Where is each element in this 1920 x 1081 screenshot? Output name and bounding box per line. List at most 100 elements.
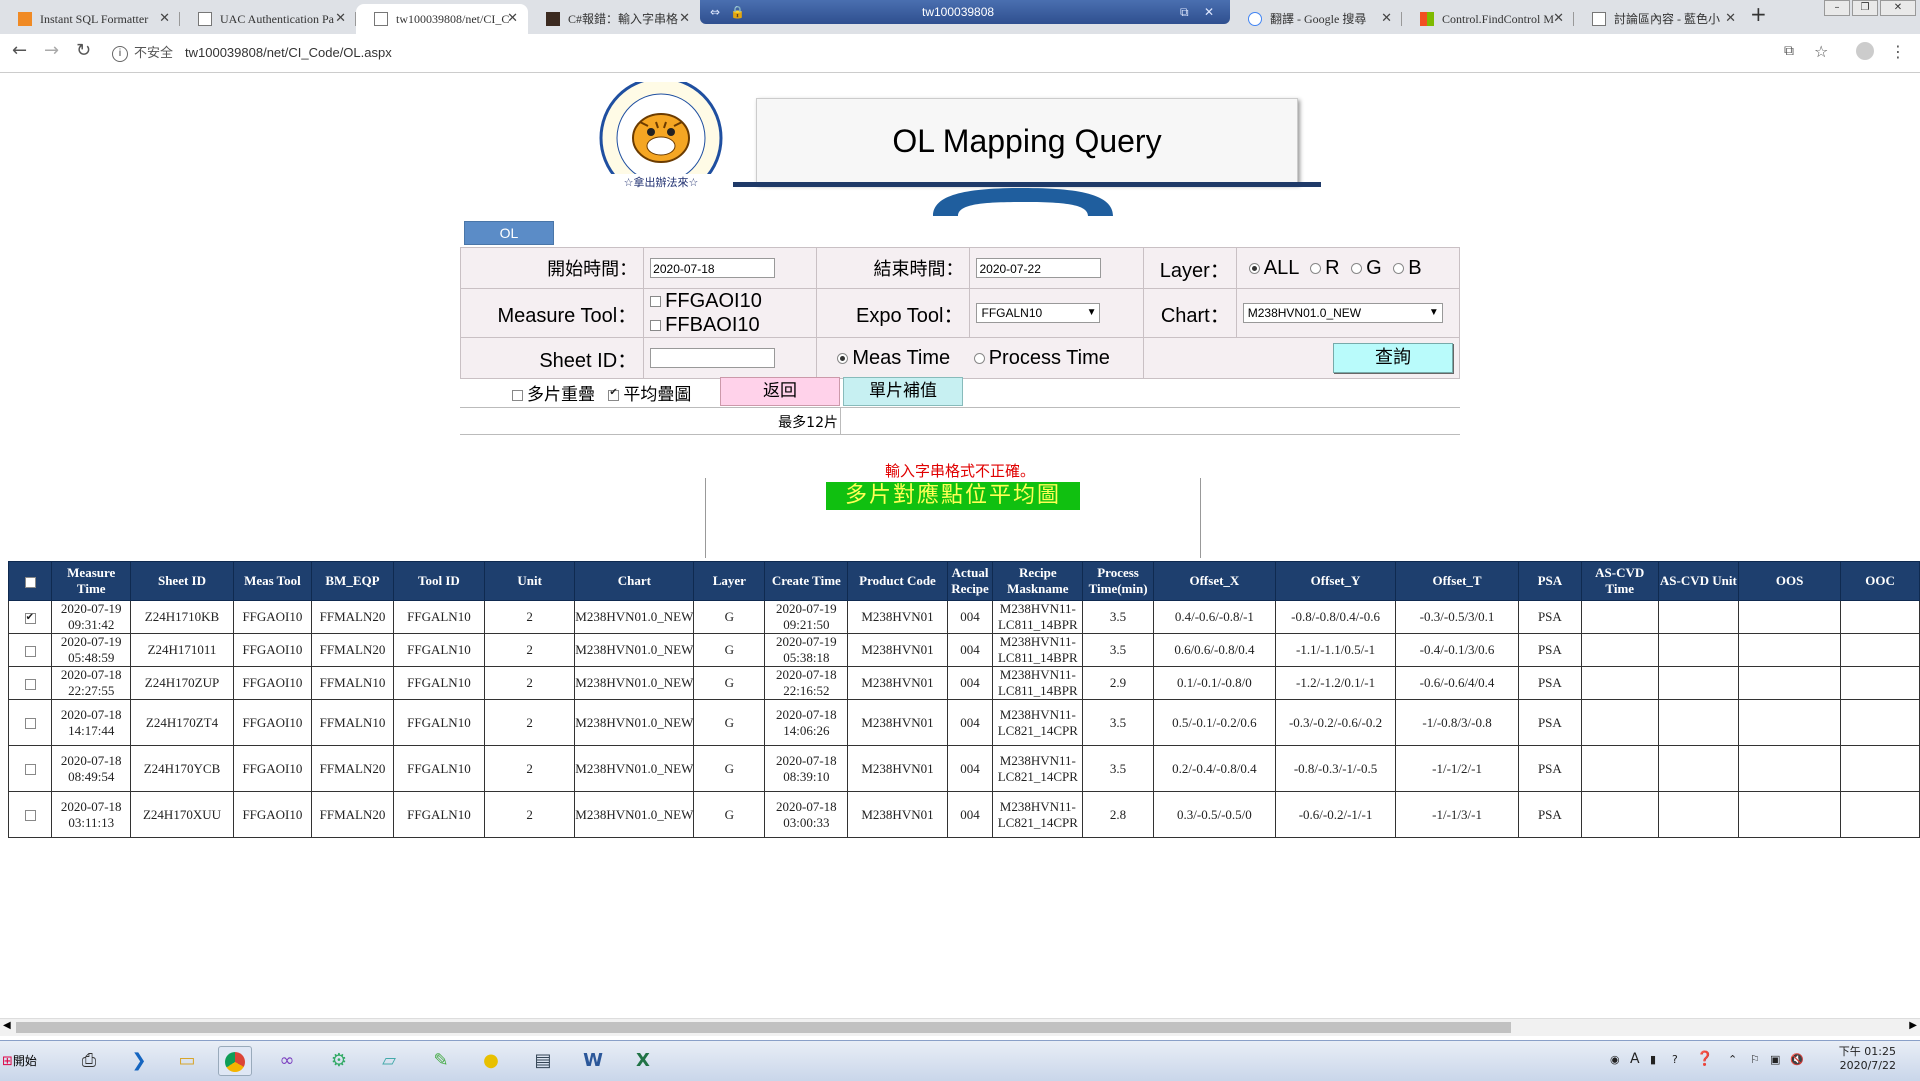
overlap-checkbox[interactable] [512,389,523,401]
tray-icon[interactable]: ◉ [1610,1053,1620,1066]
tab-title: 翻譯 - Google 搜尋 [1270,12,1367,26]
measure-tool-checkbox[interactable] [650,320,662,332]
excel-icon[interactable]: X [626,1046,660,1076]
tray-icon[interactable]: ▮ [1650,1053,1656,1066]
chrome-icon[interactable] [218,1046,252,1076]
notepad-icon[interactable]: ▱ [372,1046,406,1076]
dropdown-arrow-icon: ▼ [1086,307,1097,319]
table-row[interactable]: 2020-07-18 08:49:54 Z24H170YCB FFGAOI10 FFM… [7,745,1920,792]
tab-close-icon[interactable]: ✕ [159,4,170,34]
browser-tab[interactable]: 討論區內容 - 藍色小 ✕ [1574,4,1746,34]
minimize-button[interactable]: – [1824,0,1850,16]
system-clock[interactable]: 下午 01:25 2020/7/22 [1839,1045,1896,1073]
help-icon[interactable]: ? [1672,1053,1678,1066]
table-row[interactable]: 2020-07-19 05:48:59 Z24H171011 FFGAOI10 FFM… [7,633,1920,667]
browser-tab-active[interactable]: tw100039808/net/CI_C ✕ [356,4,528,34]
start-button[interactable]: ⊞開始 [2,1047,48,1075]
browser-tab[interactable]: 翻譯 - Google 搜尋 ✕ [1230,4,1402,34]
scroll-left-icon[interactable]: ◀ [3,1020,11,1031]
table-row[interactable]: 2020-07-18 22:27:55 Z24H170ZUP FFGAOI10 FFM… [7,666,1920,700]
tab-close-icon[interactable]: ✕ [507,4,518,34]
close-icon[interactable]: ✕ [1204,0,1214,24]
floating-window-bar[interactable]: ⇔ 🔒 tw100039808 ⧉ ✕ [700,0,1230,24]
help-icon[interactable]: ❓ [1696,1051,1713,1067]
layer-radio-g[interactable] [1351,262,1363,274]
editor-icon[interactable]: ✎ [424,1046,458,1076]
back-arrow-icon[interactable]: ← [12,40,27,61]
tab-ol[interactable]: OL [464,221,554,245]
flag-icon[interactable]: ⚐ [1750,1053,1760,1066]
tab-close-icon[interactable]: ✕ [1725,4,1736,34]
sql-server-icon[interactable]: ▤ [526,1046,560,1076]
visual-studio-icon[interactable]: ∞ [270,1046,304,1076]
layer-radio-r[interactable] [1310,262,1322,274]
network-icon[interactable]: ⚙ [322,1046,356,1076]
tab-close-icon[interactable]: ✕ [1381,4,1392,34]
window-close-button[interactable]: ✕ [1880,0,1916,16]
average-overlay-checkbox[interactable] [608,387,620,401]
profile-avatar-icon[interactable] [1856,42,1874,60]
table-cell: Z24H171011 [130,633,234,667]
scrollbar-thumb[interactable] [16,1022,1511,1033]
column-header: BM_EQP [311,561,394,601]
tab-favicon-icon [546,12,560,26]
table-cell: M238HVN11-LC811_14BPR [992,633,1084,667]
expo-tool-select[interactable]: FFGALN10 ▼ [976,303,1101,324]
table-row[interactable]: 2020-07-18 03:11:13 Z24H170XUU FFGAOI10 FFM… [7,791,1920,838]
reload-icon[interactable]: ↻ [76,40,91,61]
row-checkbox[interactable] [24,610,36,626]
row-checkbox[interactable] [24,718,36,730]
layer-option-label: ALL [1263,256,1299,279]
expand-tray-icon[interactable]: ⌃ [1728,1053,1737,1066]
network-status-icon[interactable]: ▣ [1770,1053,1780,1066]
new-tab-button[interactable]: + [1750,2,1767,26]
row-checkbox[interactable] [24,764,36,776]
chart-select[interactable]: M238HVN01.0_NEW ▼ [1242,303,1443,324]
restore-icon[interactable]: ⧉ [1180,0,1189,24]
browser-tab[interactable]: C#報錯：輸入字串格 ✕ [528,4,700,34]
word-icon[interactable]: W [576,1046,610,1076]
meas-time-radio[interactable] [837,352,849,364]
back-button[interactable]: 返回 [720,377,840,406]
row-checkbox[interactable] [24,678,36,690]
sticky-app-icon[interactable]: ● [474,1046,508,1076]
row-checkbox[interactable] [24,645,36,657]
process-time-radio[interactable] [973,352,985,364]
query-button[interactable]: 查詢 [1333,343,1453,373]
horizontal-scrollbar[interactable]: ◀ ▶ [0,1018,1920,1036]
translate-icon[interactable]: ⧉ [1784,43,1794,59]
tab-close-icon[interactable]: ✕ [335,4,346,34]
volume-icon[interactable]: 🔇 [1790,1053,1804,1066]
pin-icon[interactable]: ⇔ [710,0,720,24]
table-row[interactable]: 2020-07-19 09:31:42Z24H1710KBFFGAOI10FFM… [7,600,1920,634]
end-time-input[interactable]: 2020-07-22 [976,258,1102,279]
maximize-button[interactable]: ❐ [1852,0,1878,16]
bookmark-star-icon[interactable]: ☆ [1814,42,1828,61]
tray-icon[interactable]: A [1630,1051,1640,1067]
info-icon[interactable]: i [112,45,128,62]
browser-tab[interactable]: Control.FindControl M ✕ [1402,4,1574,34]
layer-radio-b[interactable] [1393,262,1405,274]
browser-tab[interactable]: UAC Authentication Pa ✕ [180,4,356,34]
row-checkbox[interactable] [24,810,36,822]
browser-tab[interactable]: Instant SQL Formatter ✕ [0,4,180,34]
printer-icon[interactable]: ⎙ [72,1046,106,1076]
single-fill-button[interactable]: 單片補值 [843,377,963,406]
divider-line [1200,478,1201,558]
forward-arrow-icon[interactable]: → [44,40,59,61]
start-time-input[interactable]: 2020-07-18 [650,258,776,279]
folder-icon[interactable]: ▭ [170,1046,204,1076]
layer-radio-all[interactable] [1248,262,1260,274]
select-all-checkbox[interactable] [24,576,36,588]
url-input[interactable]: i 不安全 tw100039808/net/CI_Code/OL.aspx [112,40,1792,66]
menu-icon[interactable]: ⋮ [1890,42,1906,61]
table-cell: 2020-07-18 14:06:26 [764,699,849,746]
powershell-icon[interactable]: ❯ [122,1046,156,1076]
table-cell [1738,791,1842,838]
table-row[interactable]: 2020-07-18 14:17:44 Z24H170ZT4 FFGAOI10 FFM… [7,699,1920,746]
tab-close-icon[interactable]: ✕ [679,4,690,34]
tab-close-icon[interactable]: ✕ [1553,4,1564,34]
sheet-id-input[interactable] [650,348,776,369]
measure-tool-checkbox[interactable] [650,296,662,308]
scroll-right-icon[interactable]: ▶ [1909,1020,1917,1031]
